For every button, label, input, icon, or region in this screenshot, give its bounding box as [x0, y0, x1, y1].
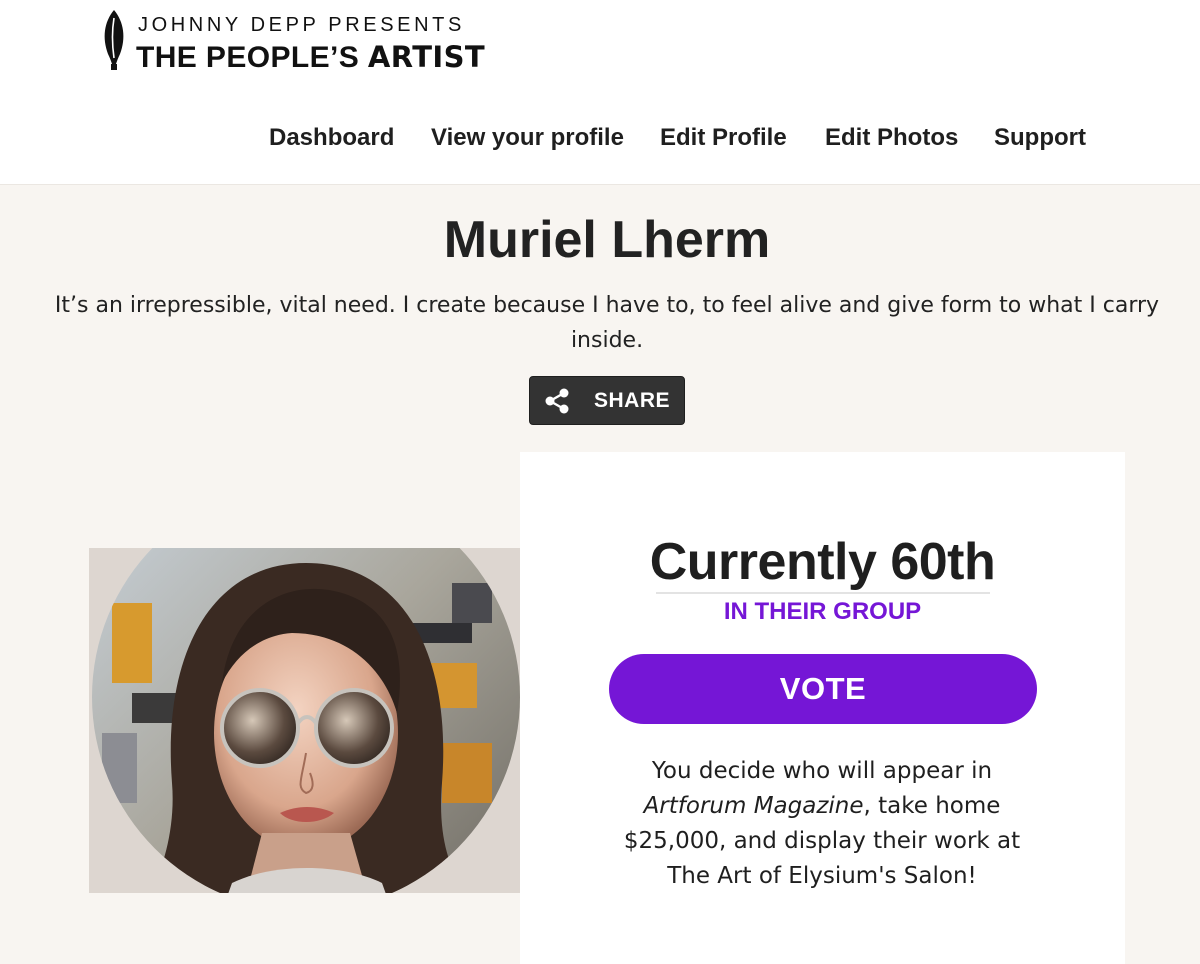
- vote-promo-text: You decide who will appear in Artforum M…: [600, 754, 1044, 894]
- vote-card: Currently 60th IN THEIR GROUP VOTE You d…: [520, 452, 1125, 964]
- promo-magazine-name: Artforum Magazine: [643, 793, 864, 819]
- nav-support[interactable]: Support: [994, 124, 1086, 152]
- profile-bio: It’s an irrepressible, vital need. I cre…: [54, 293, 1160, 353]
- nav-edit-profile[interactable]: Edit Profile: [660, 124, 787, 152]
- brand-title-strong: ARTIST: [367, 40, 486, 74]
- share-label: SHARE: [594, 388, 671, 412]
- avatar: [92, 548, 520, 893]
- nav-view-profile[interactable]: View your profile: [431, 124, 624, 152]
- brand-title-prefix: THE PEOPLE’S: [136, 41, 368, 74]
- promo-text-start: You decide who will appear in: [651, 758, 993, 784]
- profile-photo: [89, 548, 521, 893]
- vote-button[interactable]: VOTE: [609, 654, 1037, 724]
- rank-divider: [656, 592, 990, 594]
- current-rank: Currently 60th: [649, 533, 996, 591]
- main-nav: Dashboard View your profile Edit Profile…: [0, 124, 1200, 156]
- share-button[interactable]: SHARE: [529, 376, 685, 425]
- profile-name: Muriel Lherm: [443, 211, 771, 269]
- quill-leaf-icon: [104, 10, 124, 70]
- brand-presents: JOHNNY DEPP PRESENTS: [138, 14, 465, 36]
- nav-dashboard[interactable]: Dashboard: [269, 124, 394, 152]
- brand-title: THE PEOPLE’S ARTIST: [136, 40, 485, 75]
- group-label: IN THEIR GROUP: [723, 598, 922, 625]
- site-header: JOHNNY DEPP PRESENTS THE PEOPLE’S ARTIST…: [0, 0, 1200, 185]
- portrait-illustration: [92, 548, 520, 893]
- share-icon: [545, 388, 569, 413]
- nav-edit-photos[interactable]: Edit Photos: [825, 124, 958, 152]
